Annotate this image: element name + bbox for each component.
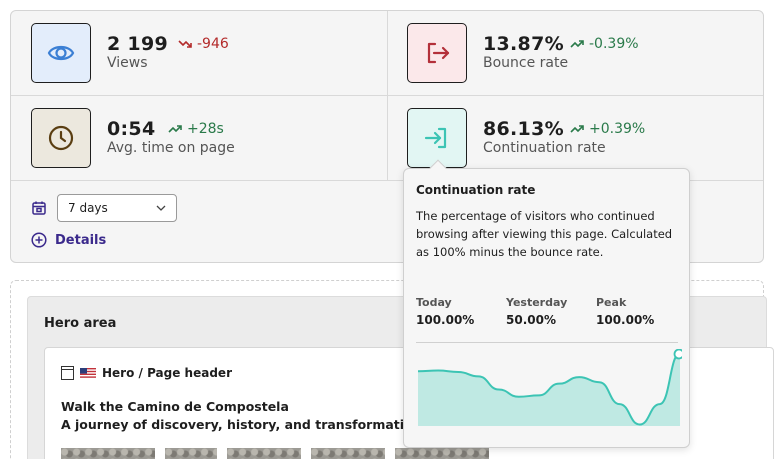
tooltip-stat-today: Today 100.00% [416,296,474,327]
trend-down-icon [178,40,192,48]
thumbnail-image[interactable] [61,448,155,459]
details-label: Details [55,232,107,248]
tooltip-stat-yesterday: Yesterday 50.00% [506,296,567,327]
stat-delta-value: +28s [187,121,224,137]
date-range-value: 7 days [68,201,108,215]
stat-delta-value: -0.39% [589,36,639,52]
date-range-row: 7 days [31,194,177,222]
stat-value: 13.87% [483,33,564,55]
tooltip-stat-value: 100.00% [416,313,475,327]
stat-value: 0:54 [107,118,156,140]
stat-delta: +28s [168,121,224,137]
stat-label: Views [107,55,148,71]
thumbnail-image[interactable] [395,448,489,459]
stat-value: 2 199 [107,33,168,55]
trend-up-icon [570,125,584,133]
stat-delta: -0.39% [570,36,639,52]
tooltip-stat-label: Peak [596,296,627,309]
continuation-sparkline-chart [417,349,682,426]
tooltip-divider [416,342,678,343]
stat-delta-value: -946 [197,36,229,52]
hero-block-header: Hero / Page header [61,366,232,380]
calendar-icon [32,201,46,215]
hero-headline: Walk the Camino de Compostela [61,399,289,414]
stat-value: 86.13% [483,118,564,140]
stat-label: Avg. time on page [107,140,235,156]
stat-label: Continuation rate [483,140,606,156]
hero-block-label: Hero / Page header [102,366,232,380]
exit-icon [407,23,467,83]
thumbnail-image[interactable] [165,448,217,459]
continuation-rate-tooltip: Continuation rate The percentage of visi… [403,159,690,448]
stat-views: 2 199 -946 Views [11,11,387,95]
eye-icon [31,23,91,83]
sparkline-latest-point [673,349,682,360]
thumbnail-image[interactable] [227,448,301,459]
stat-delta: +0.39% [570,121,645,137]
us-flag-icon [80,367,96,379]
window-icon [61,366,74,380]
stat-delta-value: +0.39% [589,121,646,137]
tooltip-stat-value: 100.00% [596,313,655,327]
stat-label: Bounce rate [483,55,569,71]
hero-area-title: Hero area [44,316,117,331]
tooltip-stat-peak: Peak 100.00% [596,296,654,327]
plus-circle-icon [31,232,47,248]
tooltip-stat-value: 50.00% [506,313,556,327]
stat-avg-time: 0:54 +28s Avg. time on page [11,96,387,180]
date-range-select[interactable]: 7 days [57,194,177,222]
hero-subline: A journey of discovery, history, and tra… [61,417,422,432]
image-strip [61,448,489,459]
tooltip-stat-label: Today [416,296,452,309]
tooltip-stat-label: Yesterday [506,296,568,309]
details-button[interactable]: Details [31,232,106,248]
stat-bounce-rate: 13.87% -0.39% Bounce rate [387,11,763,95]
chevron-down-icon [156,205,166,211]
thumbnail-image[interactable] [311,448,385,459]
trend-up-icon [168,125,182,133]
tooltip-title: Continuation rate [416,183,536,197]
stat-delta: -946 [178,36,229,52]
tooltip-description: The percentage of visitors who continued… [416,209,673,259]
clock-icon [31,108,91,168]
trend-up-icon [570,40,584,48]
